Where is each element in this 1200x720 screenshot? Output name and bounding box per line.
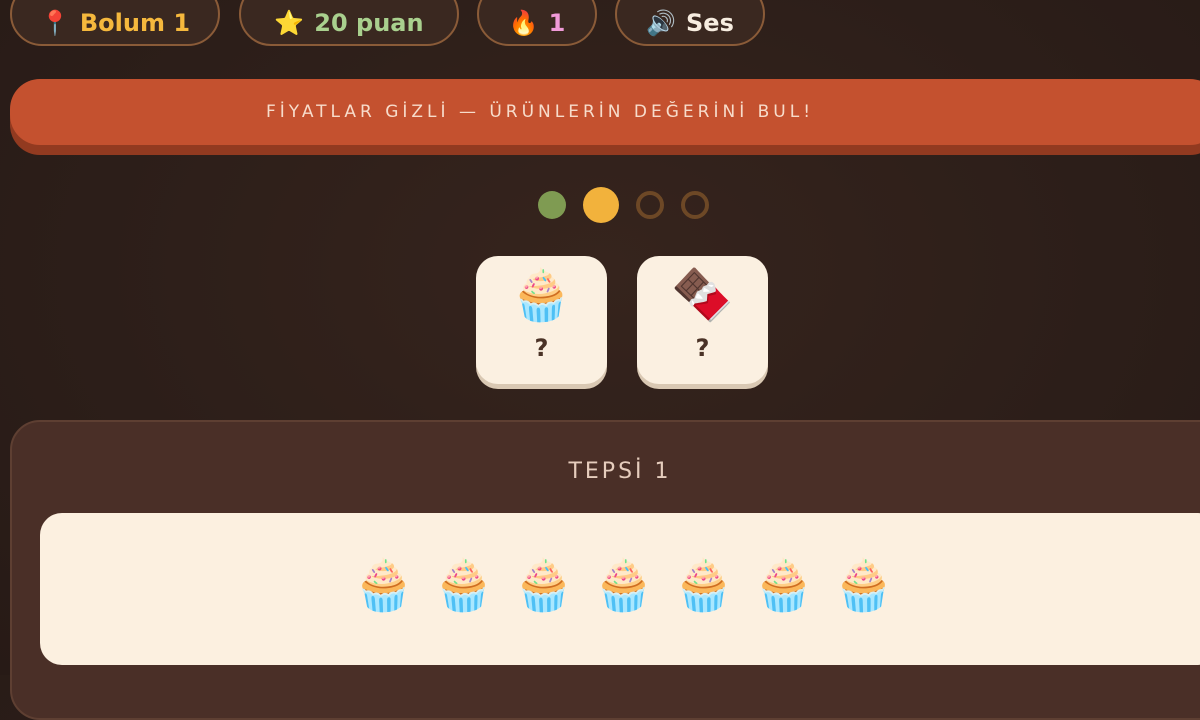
score-indicator: ⭐ 20 puan [239, 0, 459, 46]
streak-indicator: 🔥 1 [477, 0, 597, 46]
score-label: 20 puan [314, 9, 424, 37]
product-price: ? [534, 334, 549, 362]
streak-label: 1 [548, 9, 566, 37]
chocolate-bar-icon: 🍫 [671, 266, 734, 324]
product-card-chocolate[interactable]: 🍫 ? [637, 256, 768, 384]
cupcake-icon: 🧁 [512, 556, 575, 614]
speaker-icon: 🔊 [646, 9, 677, 37]
banner-text: FİYATLAR GİZLİ — ÜRÜNLERİN DEĞERİNİ BUL! [265, 102, 815, 122]
fire-icon: 🔥 [508, 9, 539, 37]
cupcake-icon: 🧁 [832, 556, 895, 614]
tray-title: TEPSİ 1 [568, 459, 672, 484]
product-card-cupcake[interactable]: 🧁 ? [476, 256, 607, 384]
cupcake-icon: 🧁 [432, 556, 495, 614]
star-icon: ⭐ [274, 9, 305, 37]
tray-items: 🧁 🧁 🧁 🧁 🧁 🧁 🧁 [0, 560, 1200, 610]
progress-dot-4 [681, 191, 709, 219]
cupcake-icon: 🧁 [510, 266, 573, 324]
sound-label: Ses [686, 9, 734, 37]
progress-dot-2 [583, 187, 619, 223]
cupcake-icon: 🧁 [672, 556, 735, 614]
progress-dot-3 [636, 191, 664, 219]
instruction-banner: FİYATLAR GİZLİ — ÜRÜNLERİN DEĞERİNİ BUL! [10, 79, 1200, 145]
level-label: Bolum 1 [79, 9, 191, 37]
cupcake-icon: 🧁 [592, 556, 655, 614]
sound-toggle-button[interactable]: 🔊 Ses [615, 0, 765, 46]
pin-icon: 📍 [39, 9, 70, 37]
level-indicator: 📍 Bolum 1 [10, 0, 220, 46]
cupcake-icon: 🧁 [352, 556, 415, 614]
progress-dots [538, 187, 709, 223]
product-price: ? [695, 334, 710, 362]
progress-dot-1 [538, 191, 566, 219]
cupcake-icon: 🧁 [752, 556, 815, 614]
